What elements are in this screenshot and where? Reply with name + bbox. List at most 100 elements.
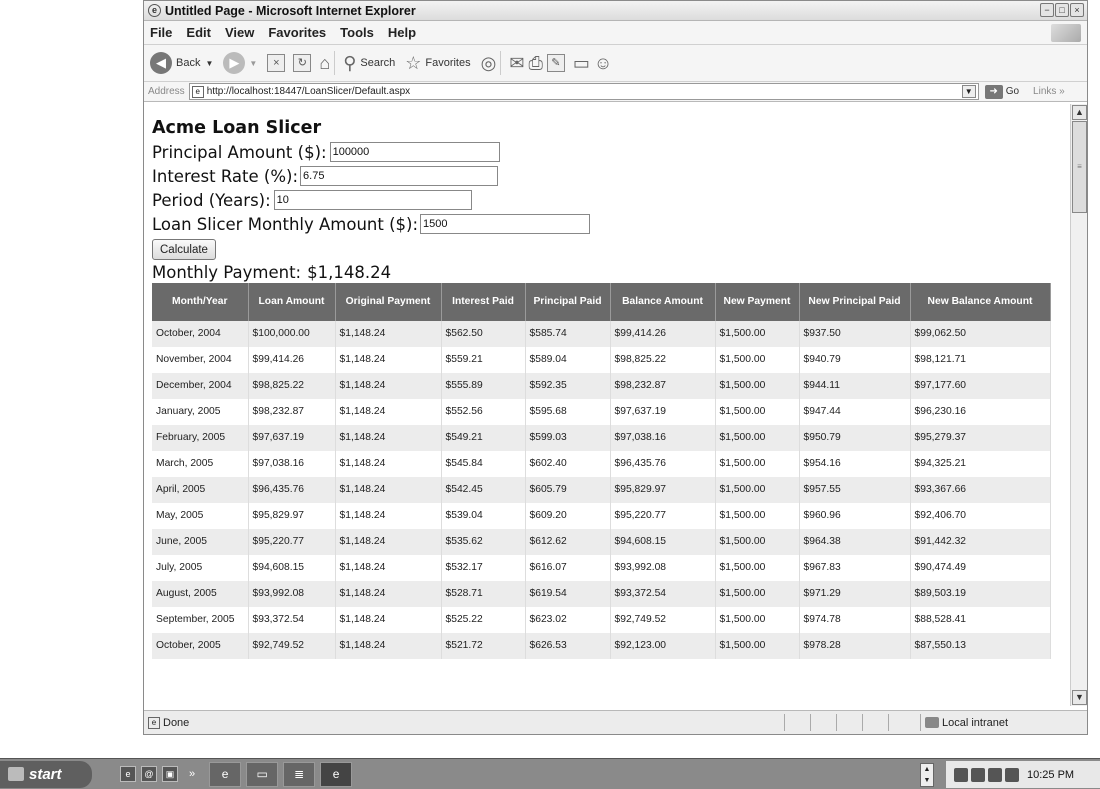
table-cell: $97,038.16: [610, 425, 716, 451]
amortization-table: Month/Year Loan Amount Original Payment …: [152, 283, 1051, 659]
taskbar-ie-button[interactable]: e: [209, 761, 242, 787]
col-header: Principal Paid: [525, 283, 611, 321]
stop-icon[interactable]: ×: [267, 54, 286, 72]
table-cell: $552.56: [441, 399, 526, 425]
address-dropdown-icon[interactable]: ▼: [961, 85, 976, 98]
menu-favorites[interactable]: Favorites: [268, 25, 326, 40]
favorites-button[interactable]: ☆ Favorites: [405, 53, 470, 74]
search-button[interactable]: ⚲ Search: [343, 53, 395, 74]
toolbar-separator: [334, 51, 336, 75]
history-icon[interactable]: ◎: [481, 53, 497, 74]
table-cell: $616.07: [525, 555, 611, 581]
slicer-input[interactable]: [420, 214, 591, 234]
col-header: New Payment: [715, 283, 800, 321]
table-cell: $96,435.76: [610, 451, 716, 477]
principal-input[interactable]: [329, 142, 500, 162]
tray-volume-icon[interactable]: [1005, 767, 1019, 782]
address-input[interactable]: e http://localhost:18447/LoanSlicer/Defa…: [188, 83, 979, 100]
table-cell: $94,608.15: [248, 555, 336, 581]
table-cell: $1,148.24: [335, 503, 442, 529]
table-cell: $542.45: [441, 477, 526, 503]
table-cell: $592.35: [525, 373, 611, 399]
menu-tools[interactable]: Tools: [340, 25, 374, 40]
minimize-button[interactable]: −: [1040, 3, 1054, 17]
menu-edit[interactable]: Edit: [186, 25, 211, 40]
table-cell: $532.17: [441, 555, 526, 581]
calculate-button[interactable]: Calculate: [152, 239, 216, 260]
table-cell: $92,406.70: [910, 503, 1051, 529]
table-cell: October, 2004: [152, 321, 249, 347]
table-row: November, 2004 $99,414.26 $1,148.24 $559.21…: [152, 347, 1051, 373]
table-cell: $98,232.87: [248, 399, 336, 425]
table-cell: $95,279.37: [910, 425, 1051, 451]
forward-button[interactable]: ▶ ▼: [223, 52, 257, 74]
discuss-icon[interactable]: ▭: [573, 53, 590, 74]
ie-quicklaunch-icon[interactable]: e: [120, 766, 136, 782]
table-cell: $589.04: [525, 347, 611, 373]
page-title: Acme Loan Slicer: [152, 118, 322, 138]
status-panels: [784, 714, 914, 731]
taskbar-console-button[interactable]: ≣: [283, 761, 316, 787]
start-button[interactable]: start: [0, 760, 92, 788]
table-cell: $96,435.76: [248, 477, 336, 503]
forward-arrow-icon: ▶: [223, 52, 246, 74]
menu-file[interactable]: File: [150, 25, 172, 40]
desktop-quicklaunch-icon[interactable]: ▣: [162, 766, 178, 782]
slicer-label: Loan Slicer Monthly Amount ($):: [152, 214, 419, 234]
vertical-scrollbar[interactable]: ▲ ≡ ▼: [1070, 104, 1087, 706]
back-arrow-icon: ◀: [150, 52, 172, 74]
tray-icons: 10:25 PM: [946, 761, 1100, 788]
table-cell: $549.21: [441, 425, 526, 451]
table-cell: $595.68: [525, 399, 611, 425]
toolbar-separator: [500, 51, 502, 75]
quicklaunch-more-icon[interactable]: »: [189, 768, 195, 780]
tray-monitor-icon[interactable]: [988, 767, 1002, 782]
go-button[interactable]: ➜ Go: [984, 84, 1019, 99]
menu-view[interactable]: View: [225, 25, 254, 40]
edit-icon[interactable]: ✎: [546, 54, 565, 72]
close-button[interactable]: ×: [1070, 3, 1084, 17]
table-header-row: Month/Year Loan Amount Original Payment …: [152, 283, 1051, 321]
refresh-icon[interactable]: ↻: [293, 54, 312, 72]
messenger-icon[interactable]: ☺: [594, 53, 612, 74]
maximize-button[interactable]: □: [1055, 3, 1069, 17]
tray-app-icon[interactable]: [971, 767, 985, 782]
table-row: May, 2005 $95,829.97 $1,148.24 $539.04 $609.…: [152, 503, 1051, 529]
table-cell: $92,749.52: [610, 607, 716, 633]
print-icon[interactable]: ⎙: [528, 53, 542, 74]
table-cell: $97,637.19: [610, 399, 716, 425]
table-cell: $99,062.50: [910, 321, 1051, 347]
links-label[interactable]: Links »: [1033, 86, 1065, 97]
scroll-up-icon[interactable]: ▲: [1072, 105, 1087, 120]
taskbar-folder-button[interactable]: ▭: [246, 761, 279, 787]
home-icon[interactable]: ⌂: [319, 53, 330, 74]
table-cell: December, 2004: [152, 373, 249, 399]
address-bar: Address e http://localhost:18447/LoanSli…: [144, 82, 1087, 102]
table-cell: $97,177.60: [910, 373, 1051, 399]
tray-scroll-icon[interactable]: ▲ ▼: [920, 762, 934, 787]
table-cell: $954.16: [799, 451, 911, 477]
table-body: October, 2004 $100,000.00 $1,148.24 $562.50…: [152, 321, 1051, 659]
mail-icon[interactable]: ✉: [509, 53, 524, 74]
col-header: Loan Amount: [248, 283, 336, 321]
table-cell: $521.72: [441, 633, 526, 659]
tray-network-icon[interactable]: [954, 767, 968, 782]
period-input[interactable]: [273, 190, 472, 210]
title-bar[interactable]: e Untitled Page - Microsoft Internet Exp…: [144, 1, 1087, 21]
outlook-quicklaunch-icon[interactable]: @: [141, 766, 157, 782]
table-cell: $1,148.24: [335, 373, 442, 399]
taskbar-active-ie-button[interactable]: e: [320, 761, 353, 787]
menu-help[interactable]: Help: [388, 25, 416, 40]
table-cell: $94,608.15: [610, 529, 716, 555]
back-button[interactable]: ◀ Back ▼: [150, 52, 213, 74]
monthly-payment: Monthly Payment: $1,148.24: [152, 263, 1070, 282]
start-label: start: [29, 765, 62, 783]
table-cell: $1,148.24: [335, 581, 442, 607]
scroll-down-icon[interactable]: ▼: [1072, 690, 1087, 705]
table-cell: $1,500.00: [715, 529, 800, 555]
table-row: March, 2005 $97,038.16 $1,148.24 $545.84 $60…: [152, 451, 1051, 477]
table-cell: $1,148.24: [335, 555, 442, 581]
interest-input[interactable]: [300, 166, 499, 186]
table-cell: $91,442.32: [910, 529, 1051, 555]
scroll-thumb[interactable]: ≡: [1072, 121, 1087, 213]
